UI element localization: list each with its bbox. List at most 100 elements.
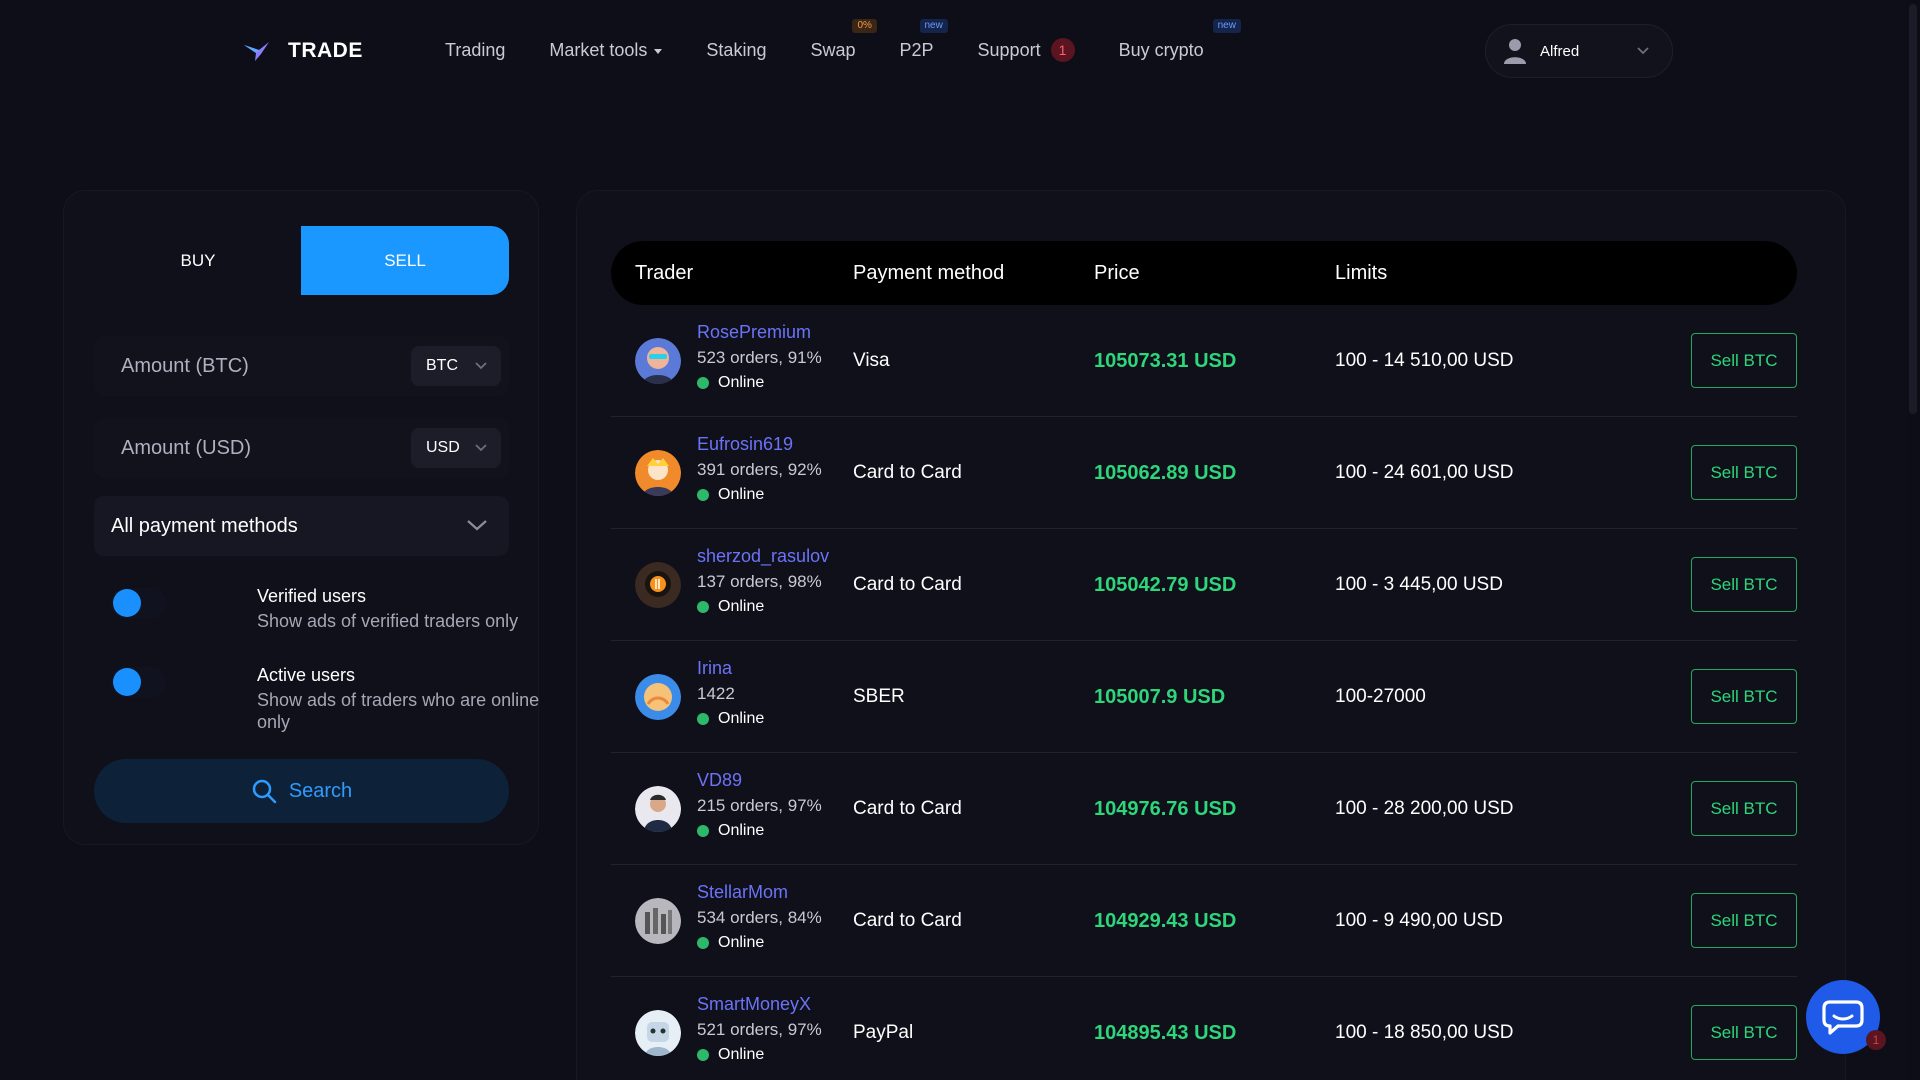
trader-name-link[interactable]: Eufrosin619 <box>697 434 793 455</box>
trader-name-link[interactable]: SmartMoneyX <box>697 994 811 1015</box>
trader-status: Online <box>697 486 764 504</box>
chat-count-badge: 1 <box>1866 1030 1886 1050</box>
trader-avatar[interactable] <box>635 786 681 832</box>
amount-usd-input[interactable] <box>94 418 394 478</box>
trader-status: Online <box>697 822 764 840</box>
trader-name-link[interactable]: RosePremium <box>697 322 811 343</box>
active-users-desc: Show ads of traders who are online only <box>257 690 540 732</box>
nav-item-label: P2P <box>899 39 934 60</box>
payment-method: PayPal <box>853 1022 914 1043</box>
page-scrollbar[interactable] <box>1906 0 1920 1080</box>
nav-item-label: Trading <box>445 39 506 60</box>
table-row: Irina 1422 Online SBER 105007.9 USD 100-… <box>611 641 1797 753</box>
swap-badge: 0% <box>852 18 877 33</box>
chevron-down-icon <box>475 444 487 452</box>
chat-bubble-icon <box>1822 1000 1864 1035</box>
header-limits: Limits <box>1335 262 1388 284</box>
trader-avatar[interactable] <box>635 450 681 496</box>
online-dot-icon <box>697 937 709 949</box>
usd-currency-select[interactable]: USD <box>411 428 501 468</box>
toggle-knob <box>113 668 141 696</box>
status-label: Online <box>718 710 765 727</box>
offers-list: RosePremium 523 orders, 91% Online Visa … <box>611 305 1797 1080</box>
nav-item-label: Buy crypto <box>1118 39 1204 60</box>
trader-avatar[interactable] <box>635 674 681 720</box>
tab-buy[interactable]: BUY <box>94 226 302 295</box>
user-icon <box>1504 39 1526 64</box>
payment-method: Card to Card <box>853 574 962 595</box>
limits: 100 - 14 510,00 USD <box>1335 350 1514 371</box>
buy-sell-tabs: BUY SELL <box>94 226 509 295</box>
user-menu[interactable]: Alfred <box>1485 24 1673 78</box>
table-row: VD89 215 orders, 97% Online Card to Card… <box>611 753 1797 865</box>
payment-method-select[interactable]: All payment methods <box>94 496 509 556</box>
sell-btc-button[interactable]: Sell BTC <box>1691 893 1797 948</box>
trader-status: Online <box>697 710 764 728</box>
trader-avatar[interactable] <box>635 1010 681 1056</box>
limits: 100 - 28 200,00 USD <box>1335 798 1514 819</box>
tab-sell[interactable]: SELL <box>301 226 509 295</box>
buy-crypto-new-badge: new <box>1212 18 1241 33</box>
nav-item-buy-crypto[interactable]: new Buy crypto <box>1118 18 1241 61</box>
online-dot-icon <box>697 1049 709 1061</box>
nav-item-trading[interactable]: Trading <box>445 40 505 61</box>
payment-method: Visa <box>853 350 890 371</box>
table-row: sherzod_rasulov 137 orders, 98% Online C… <box>611 529 1797 641</box>
sell-btc-button[interactable]: Sell BTC <box>1691 781 1797 836</box>
online-dot-icon <box>697 825 709 837</box>
trader-name-link[interactable]: Irina <box>697 658 732 679</box>
trader-name-link[interactable]: StellarMom <box>697 882 788 903</box>
nav-item-label: Staking <box>706 39 767 60</box>
limits: 100 - 18 850,00 USD <box>1335 1022 1514 1043</box>
active-users-toggle[interactable] <box>110 667 166 697</box>
status-label: Online <box>718 486 765 503</box>
toggle-knob <box>113 589 141 617</box>
limits: 100 - 9 490,00 USD <box>1335 910 1503 931</box>
table-row: Eufrosin619 391 orders, 92% Online Card … <box>611 417 1797 529</box>
scrollbar-thumb[interactable] <box>1909 4 1917 414</box>
nav-item-support[interactable]: Support 1 <box>978 38 1075 62</box>
search-icon <box>252 779 277 804</box>
trader-status: Online <box>697 598 764 616</box>
nav-item-label: Swap <box>810 39 856 60</box>
sell-btc-button[interactable]: Sell BTC <box>1691 445 1797 500</box>
payment-method: Card to Card <box>853 462 962 483</box>
trader-avatar[interactable] <box>635 562 681 608</box>
limits: 100 - 24 601,00 USD <box>1335 462 1514 483</box>
payment-method-label: All payment methods <box>111 514 298 537</box>
nav-item-market-tools[interactable]: Market tools <box>549 39 663 61</box>
trader-status: Online <box>697 934 764 952</box>
btc-currency-select[interactable]: BTC <box>411 346 501 386</box>
sell-btc-button[interactable]: Sell BTC <box>1691 333 1797 388</box>
support-count-badge: 1 <box>1050 38 1075 62</box>
search-button[interactable]: Search <box>94 759 509 823</box>
trader-stats: 534 orders, 84% <box>697 908 822 927</box>
trader-stats: 391 orders, 92% <box>697 460 822 479</box>
trader-avatar[interactable] <box>635 338 681 384</box>
status-label: Online <box>718 374 765 391</box>
currency-label: USD <box>426 439 460 456</box>
price: 105007.9 USD <box>1094 686 1226 708</box>
sell-btc-button[interactable]: Sell BTC <box>1691 1005 1797 1060</box>
online-dot-icon <box>697 601 709 613</box>
nav-item-label: Market tools <box>549 39 648 60</box>
trader-name-link[interactable]: VD89 <box>697 770 742 791</box>
amount-btc-input[interactable] <box>94 336 394 396</box>
verified-users-desc: Show ads of verified traders only <box>257 611 519 631</box>
sell-btc-button[interactable]: Sell BTC <box>1691 669 1797 724</box>
online-dot-icon <box>697 377 709 389</box>
trader-name-link[interactable]: sherzod_rasulov <box>697 546 829 567</box>
user-name: Alfred <box>1540 42 1580 60</box>
status-label: Online <box>718 822 765 839</box>
p2p-new-badge: new <box>919 18 948 33</box>
nav-item-staking[interactable]: Staking <box>706 40 766 61</box>
table-row: SmartMoneyX 521 orders, 97% Online PayPa… <box>611 977 1797 1080</box>
logo[interactable]: TRADE <box>242 36 363 66</box>
verified-users-toggle[interactable] <box>110 588 166 618</box>
nav-item-p2p[interactable]: new P2P <box>899 18 948 61</box>
nav-item-swap[interactable]: 0% Swap <box>810 18 877 61</box>
nav-item-label: Support <box>977 39 1041 60</box>
trader-avatar[interactable] <box>635 898 681 944</box>
sell-btc-button[interactable]: Sell BTC <box>1691 557 1797 612</box>
search-label: Search <box>288 779 353 802</box>
